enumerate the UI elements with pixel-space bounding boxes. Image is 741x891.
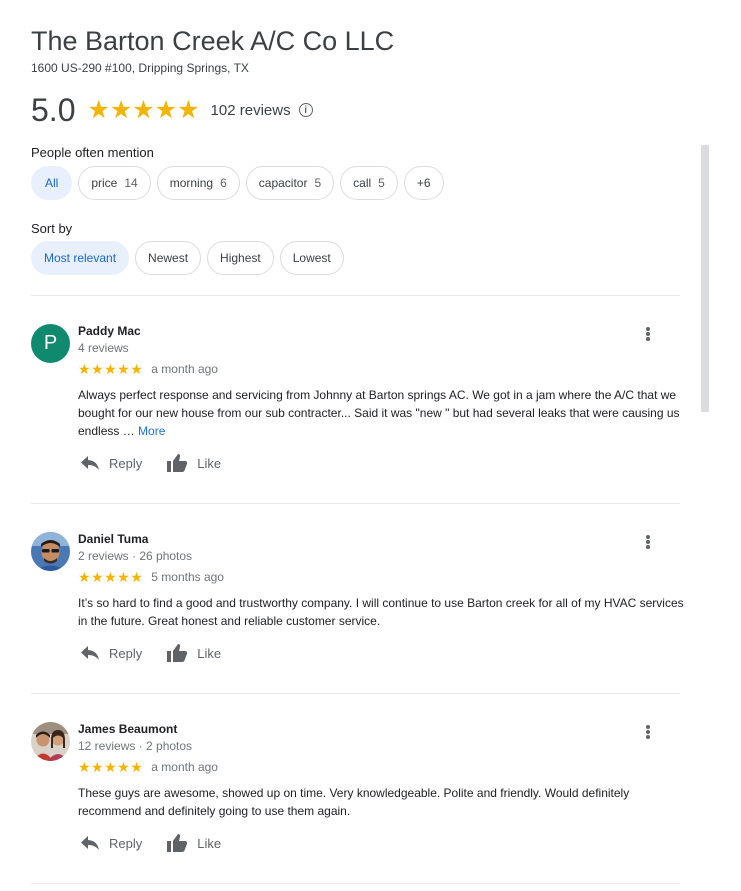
mention-chip-price[interactable]: price 14 [78,166,151,200]
review-item: P Paddy Mac 4 reviews ★★★★★ a month ago … [31,324,691,484]
review-time: a month ago [151,760,218,774]
reviewer-meta: 4 reviews [78,341,129,355]
like-label: Like [197,455,222,471]
sort-newest[interactable]: Newest [135,241,202,275]
review-time: a month ago [151,362,218,376]
reviewer-name[interactable]: Daniel Tuma [78,532,148,546]
sort-most-relevant[interactable]: Most relevant [31,241,130,275]
chip-count: 6 [220,176,227,190]
review-text: It’s so hard to find a good and trustwor… [78,596,684,628]
scrollbar[interactable] [701,145,709,412]
star-rating-icon: ★★★★★ [78,759,144,775]
reply-label: Reply [109,645,143,661]
like-button[interactable]: Like [166,453,221,473]
sort-label: Sort by [31,221,73,236]
review-actions: Reply Like [80,453,245,473]
review-text: Always perfect response and servicing fr… [78,388,680,438]
avatar-photo [31,722,70,761]
thumbs-up-icon [167,644,188,662]
chip-label: All [45,176,59,190]
like-button[interactable]: Like [166,643,221,663]
review-text: These guys are awesome, showed up on tim… [78,786,630,818]
avatar-photo [31,532,70,571]
review-text-block: These guys are awesome, showed up on tim… [78,784,690,820]
avatar[interactable]: P [31,324,70,363]
more-options-icon[interactable] [639,324,657,344]
business-name: The Barton Creek A/C Co LLC [31,26,395,56]
review-actions: Reply Like [80,643,245,663]
thumbs-up-icon [167,834,188,852]
reply-icon [81,836,99,850]
more-link[interactable]: More [138,424,165,438]
star-rating-icon: ★★★★★ [78,569,144,585]
mentions-label: People often mention [31,145,154,160]
review-actions: Reply Like [80,833,245,853]
sort-options: Most relevant Newest Highest Lowest [31,241,344,275]
review-rating: ★★★★★ 5 months ago [78,570,224,584]
reviewer-meta: 2 reviews · 26 photos [78,549,193,563]
chip-label: price [91,176,118,190]
thumbs-up-icon [167,454,188,472]
reviewer-name[interactable]: James Beaumont [78,722,177,736]
chip-count: 14 [124,176,138,190]
chip-label: call [353,176,372,190]
mention-chip-call[interactable]: call 5 [340,166,398,200]
like-label: Like [197,645,222,661]
avatar[interactable] [31,722,70,761]
divider [31,295,680,296]
avatar[interactable] [31,532,70,571]
like-button[interactable]: Like [166,833,221,853]
reply-icon [81,646,99,660]
info-icon[interactable]: i [298,103,313,117]
rating-stars-icon: ★★★★★ [87,95,200,124]
chip-label: morning [169,176,214,190]
mention-chip-more[interactable]: +6 [403,166,444,200]
reply-icon [81,456,99,470]
business-address: 1600 US-290 #100, Dripping Springs, TX [31,61,249,75]
review-item: Daniel Tuma 2 reviews · 26 photos ★★★★★ … [31,532,691,674]
review-rating: ★★★★★ a month ago [78,760,218,774]
chip-count: 5 [378,176,385,190]
mention-chip-morning[interactable]: morning 6 [156,166,240,200]
reply-button[interactable]: Reply [80,645,142,661]
like-label: Like [197,835,222,851]
sort-lowest[interactable]: Lowest [279,241,344,275]
mention-chip-capacitor[interactable]: capacitor 5 [245,166,335,200]
reply-button[interactable]: Reply [80,455,142,471]
reviewer-name[interactable]: Paddy Mac [78,324,141,338]
mention-chips: All price 14 morning 6 capacitor 5 call … [31,166,444,200]
more-options-icon[interactable] [639,722,657,742]
star-rating-icon: ★★★★★ [78,361,144,377]
mention-chip-all[interactable]: All [31,166,73,200]
reply-label: Reply [109,455,143,471]
reply-label: Reply [109,835,143,851]
review-rating: ★★★★★ a month ago [78,362,218,376]
sort-highest[interactable]: Highest [207,241,274,275]
review-text-block: It’s so hard to find a good and trustwor… [78,594,690,630]
reply-button[interactable]: Reply [80,835,142,851]
rating-score: 5.0 [31,91,76,128]
rating-summary: 5.0 ★★★★★ 102 reviews i [31,90,313,130]
reviewer-meta: 12 reviews · 2 photos [78,739,193,753]
divider [31,883,680,884]
review-text-block: Always perfect response and servicing fr… [78,386,690,440]
more-options-icon[interactable] [639,532,657,552]
review-time: 5 months ago [151,570,224,584]
review-count: 102 reviews [210,101,291,119]
chip-label: +6 [416,176,431,190]
chip-label: capacitor [258,176,308,190]
chip-count: 5 [314,176,322,190]
divider [31,503,680,504]
review-item: James Beaumont 12 reviews · 2 photos ★★★… [31,722,691,864]
divider [31,693,680,694]
